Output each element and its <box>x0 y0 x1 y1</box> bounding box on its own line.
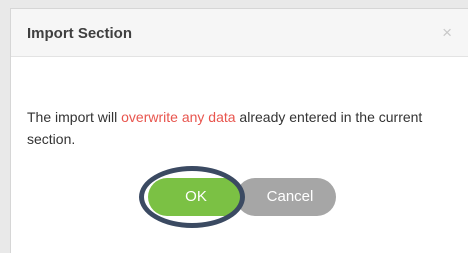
cancel-button[interactable]: Cancel <box>236 178 336 216</box>
dialog-message: The import will overwrite any data alrea… <box>27 106 437 150</box>
import-section-dialog: Import Section × The import will overwri… <box>10 8 468 253</box>
dialog-header: Import Section × <box>11 9 468 57</box>
ok-button[interactable]: OK <box>148 178 244 216</box>
message-prefix: The import will <box>27 109 122 125</box>
close-icon[interactable]: × <box>442 23 452 43</box>
message-highlight: overwrite any data <box>121 109 236 125</box>
dialog-title: Import Section <box>27 25 133 42</box>
